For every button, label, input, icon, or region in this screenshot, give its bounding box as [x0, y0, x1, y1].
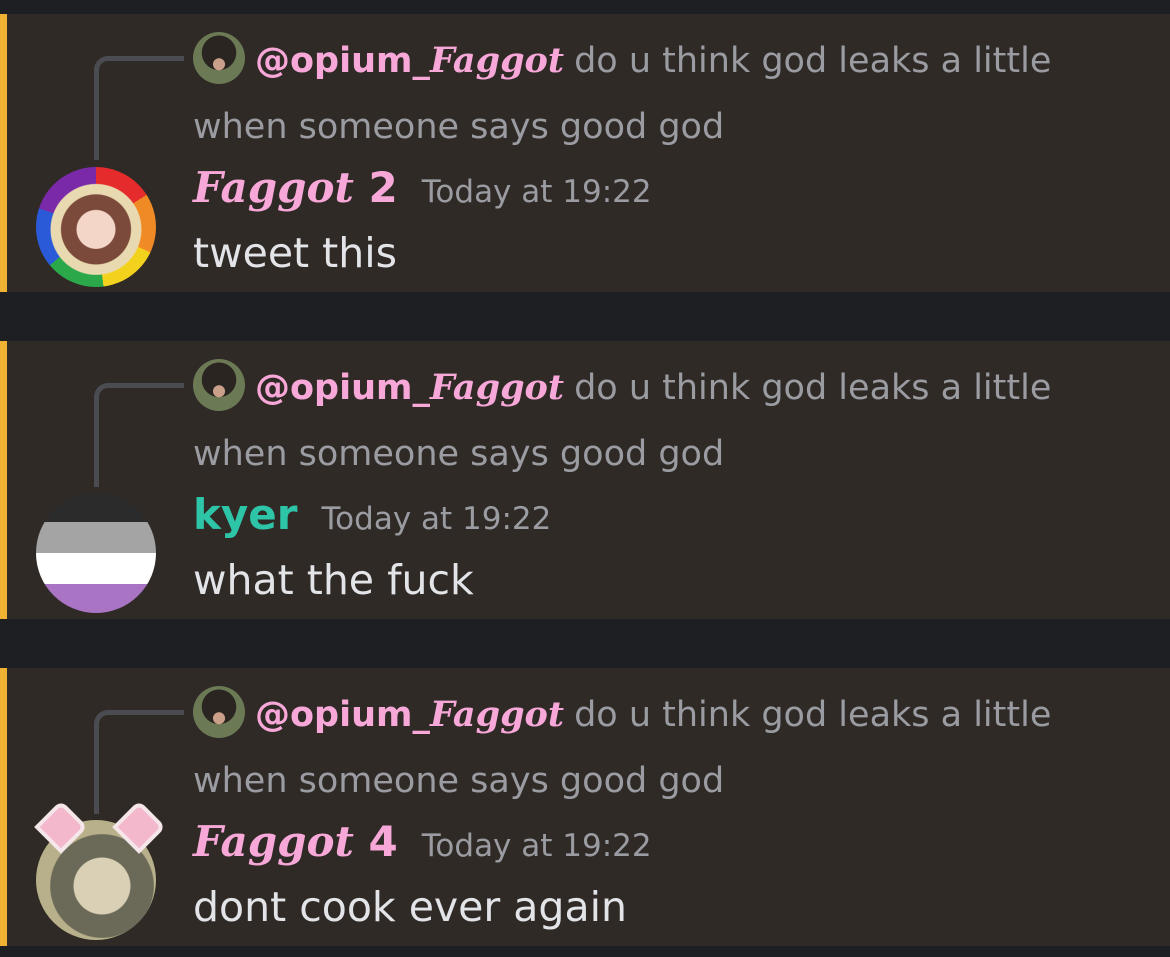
timestamp[interactable]: Today at 19:22 — [322, 501, 552, 537]
message-header: kyer Today at 19:22 — [193, 487, 551, 547]
timestamp[interactable]: Today at 19:22 — [422, 174, 652, 210]
cat-ears-decoration — [34, 800, 166, 854]
reply-preview[interactable]: @opium_Faggot do u think god leaks a litt… — [193, 355, 1133, 487]
reply-avatar[interactable] — [193, 32, 245, 84]
message-content: what the fuck — [193, 556, 474, 604]
reply-connector — [94, 710, 184, 814]
message-2[interactable]: @opium_Faggot do u think god leaks a litt… — [0, 341, 1170, 619]
message-1[interactable]: @opium_Faggot do u think god leaks a litt… — [0, 14, 1170, 292]
reply-avatar[interactable] — [193, 359, 245, 411]
mention-highlight-bar — [0, 341, 7, 619]
message-content: tweet this — [193, 229, 397, 277]
message-header: Faggot 4 Today at 19:22 — [193, 814, 652, 874]
username[interactable]: Faggot 2 — [193, 163, 398, 212]
reply-avatar[interactable] — [193, 686, 245, 738]
reply-author[interactable]: @opium_Faggot — [255, 694, 564, 735]
username[interactable]: Faggot 4 — [193, 817, 398, 866]
timestamp[interactable]: Today at 19:22 — [422, 828, 652, 864]
reply-connector — [94, 56, 184, 160]
avatar[interactable] — [36, 167, 156, 287]
avatar[interactable] — [36, 493, 156, 613]
message-content: dont cook ever again — [193, 883, 627, 931]
mention-highlight-bar — [0, 668, 7, 946]
reply-preview[interactable]: @opium_Faggot do u think god leaks a litt… — [193, 682, 1133, 814]
reply-preview[interactable]: @opium_Faggot do u think god leaks a litt… — [193, 28, 1133, 160]
reply-author[interactable]: @opium_Faggot — [255, 367, 564, 408]
username[interactable]: kyer — [193, 490, 298, 539]
mention-highlight-bar — [0, 14, 7, 292]
reply-author[interactable]: @opium_Faggot — [255, 40, 564, 81]
reply-connector — [94, 383, 184, 487]
message-3[interactable]: @opium_Faggot do u think god leaks a litt… — [0, 668, 1170, 946]
message-header: Faggot 2 Today at 19:22 — [193, 160, 652, 220]
